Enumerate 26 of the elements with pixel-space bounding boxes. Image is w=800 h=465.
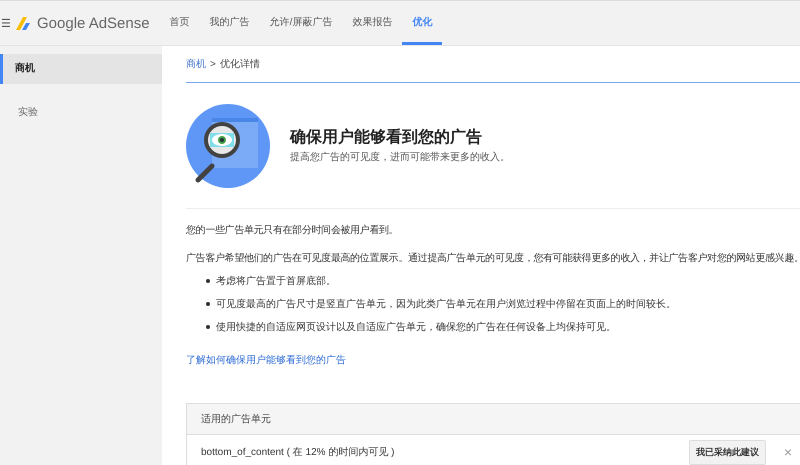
bullet-text: 使用快捷的自适应网页设计以及自适应广告单元，确保您的广告在任何设备上均保持可见。 (216, 320, 616, 334)
logo-icon (14, 14, 32, 32)
nav-tab[interactable]: 允许/屏蔽广告 (260, 1, 342, 45)
paragraph: 您的一些广告单元只有在部分时间会被用户看到。 (186, 224, 400, 237)
card-header-text: 适用的广告单元 (201, 412, 271, 426)
help-link[interactable]: 了解如何确保用户能够看到您的广告 (186, 353, 800, 367)
breadcrumb-separator: > (210, 58, 216, 70)
ad-unit-name: bottom_of_content ( 在 12% 的时间内可见 ) (201, 446, 396, 459)
adopt-button[interactable]: 我已采纳此建议 (688, 440, 766, 464)
sidebar-item[interactable]: 实验 (0, 98, 162, 128)
bullet-icon (206, 325, 210, 329)
nav-tab[interactable]: 效果报告 (342, 1, 402, 45)
sidebar-item[interactable]: 商机 (0, 54, 162, 84)
menu-icon[interactable]: ☰ (1, 16, 11, 30)
paragraph: 广告客户希望他们的广告在可见度最高的位置展示。通过提高广告单元的可见度，您有可能获得更多的收入，并让广告客户对您的网站更感兴趣。 (186, 252, 800, 265)
bullet-text: 考虑将广告置于首屏底部。 (216, 274, 336, 288)
bullet-icon (206, 279, 210, 283)
breadcrumb-link[interactable]: 商机 (186, 57, 206, 71)
breadcrumb-current: 优化详情 (220, 58, 260, 71)
nav-tab[interactable]: 我的广告 (200, 1, 260, 45)
logo-text: Google AdSense (37, 14, 150, 32)
hero-subtitle: 提高您广告的可见度，进而可能带来更多的收入。 (290, 150, 510, 164)
bullet-text: 可见度最高的广告尺寸是竖直广告单元，因为此类广告单元在用户浏览过程中停留在页面上的时间较长。 (216, 298, 676, 311)
bullet-icon (206, 302, 210, 306)
nav-tab[interactable]: 首页 (160, 1, 200, 45)
hero-title: 确保用户能够看到您的广告 (290, 127, 483, 148)
